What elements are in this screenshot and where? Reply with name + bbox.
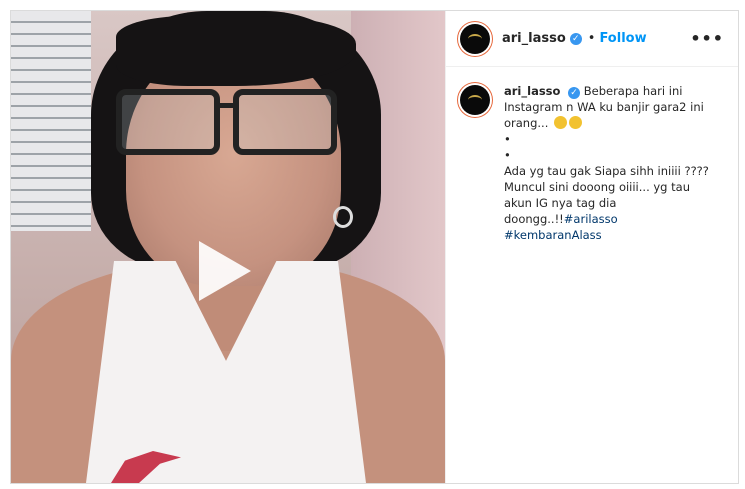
glasses-left-lens: [116, 89, 220, 155]
post-header: ari_lasso ✓ • Follow •••: [446, 11, 738, 67]
caption-avatar[interactable]: [460, 85, 490, 115]
glasses-bridge: [214, 103, 236, 108]
instagram-post: ari_lasso ✓ • Follow ••• ari_lasso ✓ Beb…: [10, 10, 739, 484]
verified-badge-icon: ✓: [568, 87, 581, 99]
play-icon[interactable]: [199, 241, 251, 301]
more-options-icon[interactable]: •••: [690, 29, 724, 48]
laughing-emoji-icon: [569, 116, 583, 129]
follow-button[interactable]: Follow: [599, 31, 646, 46]
hashtag-link[interactable]: #kembaranAlass: [504, 228, 602, 242]
caption-bullet: •: [504, 132, 511, 146]
bangs: [116, 16, 356, 86]
earring: [333, 206, 353, 228]
video-player[interactable]: [11, 11, 445, 483]
separator-dot: •: [587, 31, 596, 46]
avatar[interactable]: [460, 23, 490, 54]
post-sidebar: ari_lasso ✓ • Follow ••• ari_lasso ✓ Beb…: [445, 11, 738, 483]
caption-username[interactable]: ari_lasso: [504, 84, 560, 98]
caption-text: ari_lasso ✓ Beberapa hari ini Instagram …: [504, 83, 719, 243]
laughing-emoji-icon: [554, 116, 568, 129]
caption-bullet: •: [504, 148, 511, 162]
hashtag-link[interactable]: #arilasso: [564, 212, 618, 226]
glasses-right-lens: [233, 89, 337, 155]
caption: ari_lasso ✓ Beberapa hari ini Instagram …: [446, 67, 738, 259]
username-link[interactable]: ari_lasso: [502, 31, 566, 46]
window-blinds: [11, 11, 91, 231]
verified-badge-icon: ✓: [569, 32, 582, 45]
